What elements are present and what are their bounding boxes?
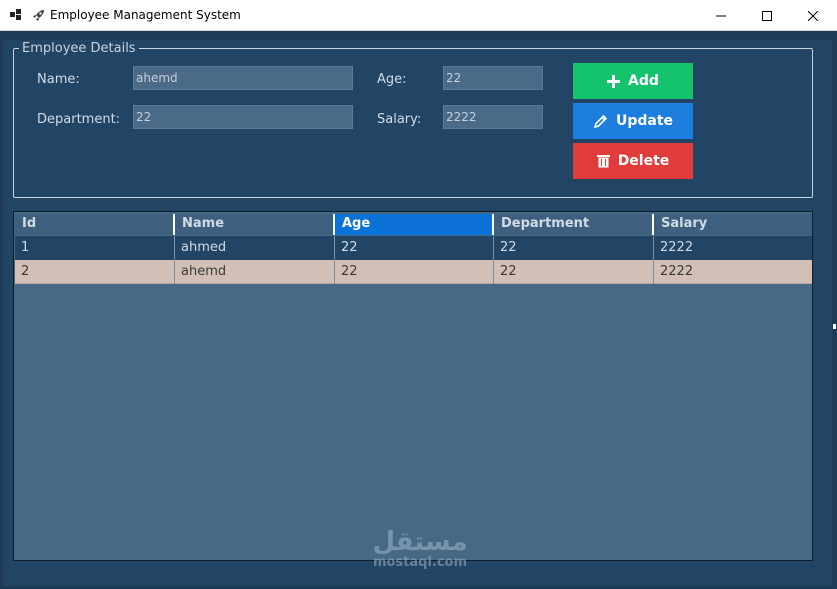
window-title: Employee Management System — [50, 8, 241, 22]
close-icon — [808, 10, 818, 21]
rocket-icon — [33, 10, 44, 21]
cell-id: 2 — [15, 260, 175, 284]
cell-age: 22 — [335, 260, 494, 284]
group-legend: Employee Details — [19, 41, 139, 56]
name-label: Name: — [37, 72, 80, 87]
app-icon — [10, 9, 21, 20]
delete-button-label: Delete — [617, 153, 670, 169]
name-input[interactable] — [133, 66, 353, 90]
table-row-selected[interactable]: 2 ahemd 22 22 2222 — [15, 260, 812, 284]
pencil-icon — [593, 114, 608, 128]
column-header-name[interactable]: Name — [175, 214, 335, 235]
age-label: Age: — [377, 72, 407, 87]
add-button-label: Add — [628, 73, 659, 89]
salary-label: Salary: — [377, 112, 422, 127]
title-bar: Employee Management System — [0, 0, 837, 31]
add-button[interactable]: Add — [573, 63, 693, 99]
watermark-arabic: مستقل — [372, 527, 468, 557]
maximize-button[interactable] — [744, 0, 790, 31]
age-input[interactable] — [443, 66, 543, 90]
cell-age: 22 — [335, 236, 494, 260]
minimize-icon — [716, 15, 726, 16]
cell-id: 1 — [15, 236, 175, 260]
column-header-salary[interactable]: Salary — [654, 214, 812, 235]
minimize-button[interactable] — [698, 0, 744, 31]
watermark-latin: mostaql.com — [372, 555, 468, 570]
column-header-department[interactable]: Department — [494, 214, 654, 235]
table-header: Id Name Age Department Salary — [15, 214, 812, 235]
maximize-icon — [762, 10, 772, 21]
cell-name: ahemd — [175, 260, 335, 284]
resize-edge[interactable] — [833, 324, 836, 329]
department-label: Department: — [37, 112, 121, 127]
cell-salary: 2222 — [660, 264, 694, 279]
column-header-age[interactable]: Age — [335, 214, 494, 235]
trash-icon — [596, 155, 610, 168]
cell-salary: 2222 — [660, 240, 694, 255]
close-button[interactable] — [790, 0, 836, 31]
plus-icon — [607, 74, 621, 88]
update-button[interactable]: Update — [573, 103, 693, 139]
employee-table[interactable]: Id Name Age Department Salary 1 ahmed 22… — [13, 211, 813, 561]
watermark: مستقل mostaql.com — [350, 528, 490, 570]
cell-name: ahmed — [175, 236, 335, 260]
department-input[interactable] — [133, 105, 353, 129]
update-button-label: Update — [615, 113, 674, 129]
salary-input[interactable] — [443, 105, 543, 129]
cell-department: 22 — [494, 260, 654, 284]
cell-department: 22 — [494, 236, 654, 260]
column-header-id[interactable]: Id — [15, 214, 175, 235]
table-row[interactable]: 1 ahmed 22 22 2222 — [15, 236, 812, 260]
delete-button[interactable]: Delete — [573, 143, 693, 179]
